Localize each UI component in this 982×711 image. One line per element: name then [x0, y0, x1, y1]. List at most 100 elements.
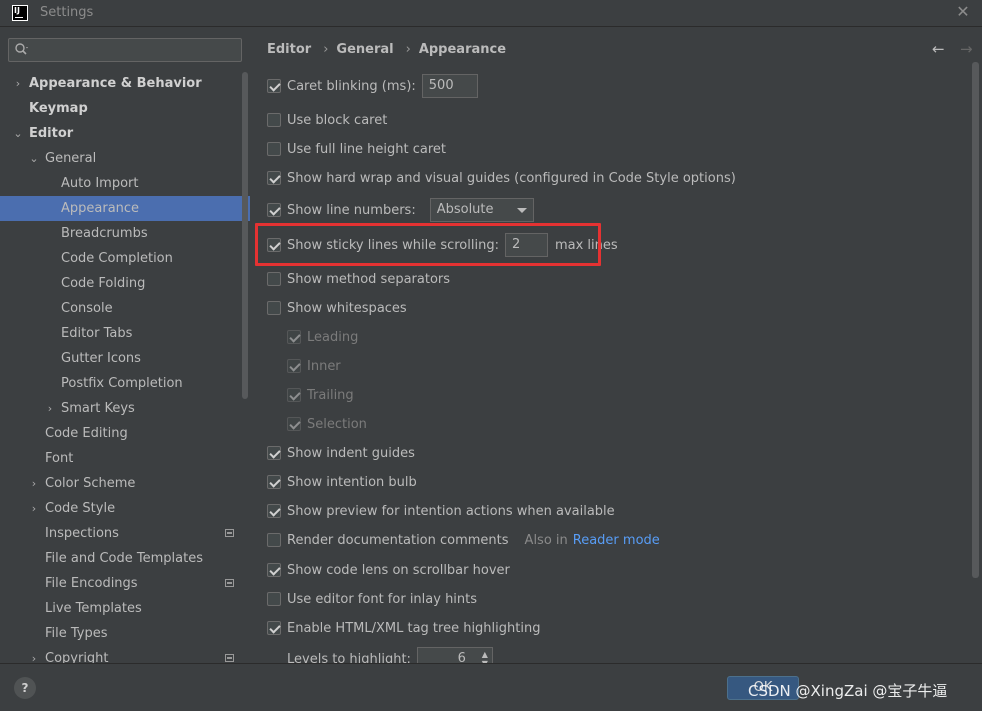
sidebar-item-gutter-icons[interactable]: Gutter Icons: [0, 346, 250, 371]
chevron-right-icon[interactable]: ›: [28, 471, 40, 496]
sidebar-item-breadcrumbs[interactable]: Breadcrumbs: [0, 221, 250, 246]
chevron-down-icon[interactable]: ⌄: [12, 121, 24, 146]
sidebar-item-auto-import[interactable]: Auto Import: [0, 171, 250, 196]
whitespaces-checkbox[interactable]: [267, 301, 281, 315]
sidebar-item-code-folding[interactable]: Code Folding: [0, 271, 250, 296]
sidebar-item-live-templates[interactable]: Live Templates: [0, 596, 250, 621]
settings-window: IJ Settings ✕ › Appearance & Behavior Keym…: [0, 0, 982, 711]
intention-bulb-label: Show intention bulb: [287, 474, 417, 490]
sidebar-item-label: Code Editing: [45, 426, 128, 441]
spinner-arrows-icon[interactable]: ▲▼: [482, 650, 488, 663]
help-button[interactable]: ?: [14, 677, 36, 699]
leading-option: Leading: [287, 326, 358, 348]
forward-arrow-icon[interactable]: →: [960, 40, 973, 58]
sidebar-item-general[interactable]: ⌄ General: [0, 146, 250, 171]
settings-content: Editor › General › Appearance ← → Caret blin…: [250, 28, 982, 663]
sidebar-item-code-style[interactable]: › Code Style: [0, 496, 250, 521]
project-scope-icon: [225, 654, 234, 662]
sidebar-item-label: Postfix Completion: [61, 376, 183, 391]
sidebar-item-color-scheme[interactable]: › Color Scheme: [0, 471, 250, 496]
project-scope-icon: [225, 579, 234, 587]
sidebar-item-editor-tabs[interactable]: Editor Tabs: [0, 321, 250, 346]
code-lens-option[interactable]: Show code lens on scrollbar hover: [267, 559, 510, 581]
sidebar-item-label: File Types: [45, 626, 108, 641]
sidebar-item-inspections[interactable]: Inspections: [0, 521, 250, 546]
chevron-down-icon: [516, 208, 527, 213]
line-numbers-dropdown[interactable]: Absolute: [429, 198, 534, 222]
close-icon[interactable]: ✕: [954, 3, 972, 21]
sidebar-item-label: File and Code Templates: [45, 551, 203, 566]
inlay-font-option[interactable]: Use editor font for inlay hints: [267, 588, 477, 610]
chevron-right-icon[interactable]: ›: [28, 646, 40, 663]
levels-option: Levels to highlight: 6 ▲▼: [287, 647, 493, 663]
intention-bulb-checkbox[interactable]: [267, 475, 281, 489]
sidebar-item-file-types[interactable]: File Types: [0, 621, 250, 646]
full-line-caret-checkbox[interactable]: [267, 142, 281, 156]
method-separators-checkbox[interactable]: [267, 272, 281, 286]
whitespaces-option[interactable]: Show whitespaces: [267, 297, 407, 319]
back-arrow-icon[interactable]: ←: [932, 40, 945, 58]
content-scrollbar[interactable]: [972, 62, 979, 578]
search-input[interactable]: [8, 38, 242, 62]
sidebar-item-code-completion[interactable]: Code Completion: [0, 246, 250, 271]
leading-checkbox: [287, 330, 301, 344]
preview-intention-checkbox[interactable]: [267, 504, 281, 518]
chevron-right-icon[interactable]: ›: [28, 496, 40, 521]
sidebar-item-label: General: [45, 151, 97, 166]
project-scope-icon: [225, 529, 234, 537]
sidebar-item-label: Gutter Icons: [61, 351, 141, 366]
chevron-right-icon[interactable]: ›: [12, 71, 24, 96]
sidebar-item-console[interactable]: Console: [0, 296, 250, 321]
full-line-caret-option[interactable]: Use full line height caret: [267, 138, 446, 160]
block-caret-checkbox[interactable]: [267, 113, 281, 127]
sidebar-item-appearance-behavior[interactable]: › Appearance & Behavior: [0, 71, 250, 96]
tag-tree-option[interactable]: Enable HTML/XML tag tree highlighting: [267, 617, 540, 639]
tag-tree-checkbox[interactable]: [267, 621, 281, 635]
window-title: Settings: [40, 5, 94, 20]
leading-label: Leading: [307, 329, 359, 345]
sidebar-item-editor[interactable]: ⌄ Editor: [0, 121, 250, 146]
sidebar-item-appearance[interactable]: Appearance: [0, 196, 250, 221]
breadcrumb-item[interactable]: General: [336, 42, 393, 57]
trailing-option: Trailing: [287, 384, 354, 406]
caret-blinking-field[interactable]: 500: [421, 74, 478, 98]
levels-spinner[interactable]: 6 ▲▼: [416, 647, 493, 663]
inlay-font-checkbox[interactable]: [267, 592, 281, 606]
render-docs-option[interactable]: Render documentation comments Also in Re…: [267, 529, 660, 551]
render-docs-note: Also in: [524, 532, 568, 548]
render-docs-checkbox[interactable]: [267, 533, 281, 547]
line-numbers-option[interactable]: Show line numbers: Absolute: [267, 198, 534, 222]
sidebar-item-copyright[interactable]: › Copyright: [0, 646, 250, 663]
sidebar-item-keymap[interactable]: Keymap: [0, 96, 250, 121]
sidebar-item-code-editing[interactable]: Code Editing: [0, 421, 250, 446]
preview-intention-option[interactable]: Show preview for intention actions when …: [267, 500, 615, 522]
method-separators-option[interactable]: Show method separators: [267, 268, 450, 290]
code-lens-checkbox[interactable]: [267, 563, 281, 577]
breadcrumb-item[interactable]: Editor: [267, 42, 311, 57]
chevron-down-icon[interactable]: ⌄: [28, 146, 40, 171]
caret-blinking-option[interactable]: Caret blinking (ms): 500: [267, 74, 478, 98]
sidebar-item-smart-keys[interactable]: › Smart Keys: [0, 396, 250, 421]
intention-bulb-option[interactable]: Show intention bulb: [267, 471, 417, 493]
caret-blinking-checkbox[interactable]: [267, 79, 281, 93]
sidebar-item-font[interactable]: Font: [0, 446, 250, 471]
sidebar-scrollbar[interactable]: [242, 72, 248, 399]
sidebar-item-file-and-code-templates[interactable]: File and Code Templates: [0, 546, 250, 571]
sidebar-item-label: Editor: [29, 126, 74, 141]
sidebar-item-postfix-completion[interactable]: Postfix Completion: [0, 371, 250, 396]
indent-guides-option[interactable]: Show indent guides: [267, 442, 415, 464]
caret-blinking-label: Caret blinking (ms):: [287, 78, 416, 94]
block-caret-option[interactable]: Use block caret: [267, 109, 387, 131]
selection-option: Selection: [287, 413, 367, 435]
selection-label: Selection: [307, 416, 367, 432]
sidebar-item-label: Breadcrumbs: [61, 226, 148, 241]
hard-wrap-checkbox[interactable]: [267, 171, 281, 185]
bottom-bar: ? OK CSDN @XingZai @宝子牛逼: [0, 663, 982, 711]
breadcrumb-separator: ›: [323, 42, 329, 57]
hard-wrap-option[interactable]: Show hard wrap and visual guides (config…: [267, 167, 736, 189]
indent-guides-checkbox[interactable]: [267, 446, 281, 460]
chevron-right-icon[interactable]: ›: [44, 396, 56, 421]
line-numbers-checkbox[interactable]: [267, 203, 281, 217]
sidebar-item-file-encodings[interactable]: File Encodings: [0, 571, 250, 596]
reader-mode-link[interactable]: Reader mode: [573, 533, 660, 548]
